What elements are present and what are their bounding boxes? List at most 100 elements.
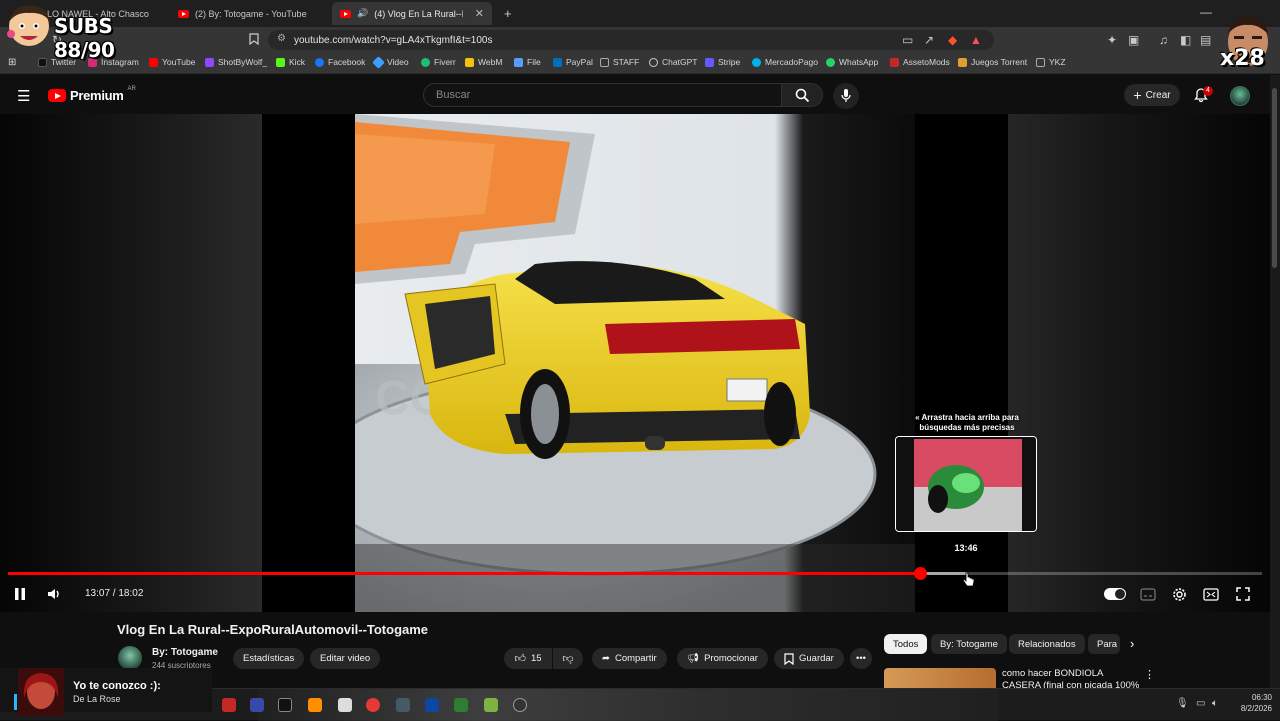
bookmark-juegos-torrent[interactable]: Juegos Torrent bbox=[958, 57, 1027, 67]
channel-avatar[interactable] bbox=[118, 646, 142, 670]
taskbar-app-icon[interactable] bbox=[513, 698, 527, 712]
scrubber-handle[interactable] bbox=[913, 567, 927, 580]
settings-gear-icon[interactable] bbox=[1172, 587, 1187, 602]
bookmark-file[interactable]: File bbox=[514, 57, 541, 67]
bookmark-label: ShotByWolf_ bbox=[218, 57, 267, 67]
network-icon[interactable]: ▭ bbox=[1196, 698, 1205, 709]
chip-channel[interactable]: By: Totogame bbox=[931, 634, 1007, 654]
brave-rewards-icon[interactable]: ▲ bbox=[970, 33, 982, 47]
close-tab-icon[interactable]: ✕ bbox=[475, 7, 484, 20]
screenshot-icon[interactable]: ▣ bbox=[1128, 33, 1139, 47]
fullscreen-icon[interactable] bbox=[1236, 587, 1250, 601]
taskbar-app-icon[interactable] bbox=[222, 698, 236, 712]
dislike-button[interactable]: 👎︎ bbox=[553, 648, 583, 669]
chip-todos[interactable]: Todos bbox=[884, 634, 928, 654]
youtube-favicon-icon bbox=[340, 9, 351, 18]
microphone-tray-icon[interactable]: 🎙︎ bbox=[1176, 698, 1189, 709]
streamer-cartoon-avatar bbox=[7, 5, 50, 46]
share-button[interactable]: ➦ Compartir bbox=[592, 648, 667, 669]
theater-mode-icon[interactable] bbox=[1203, 588, 1219, 601]
video-player[interactable]: CO « Arrastra hacia arriba para búsqueda… bbox=[0, 114, 1270, 612]
channel-name[interactable]: By: Totogame bbox=[152, 647, 218, 658]
chip-relacionados[interactable]: Relacionados bbox=[1009, 634, 1085, 654]
taskbar-app-icon[interactable] bbox=[396, 698, 410, 712]
stats-button[interactable]: Estadísticas bbox=[233, 648, 305, 669]
bookmark-label: AssetoMods bbox=[903, 57, 950, 67]
account-avatar[interactable] bbox=[1230, 86, 1250, 106]
suggestion-menu-icon[interactable]: ⋮ bbox=[1144, 668, 1155, 681]
tab-title: (4) Vlog En La Rural--ExpoRur bbox=[374, 8, 463, 19]
taskbar-app-icon[interactable] bbox=[338, 698, 352, 712]
stats-label: Estadísticas bbox=[243, 653, 295, 664]
bookmark-webm[interactable]: WebM bbox=[465, 57, 502, 67]
bookmark-kick[interactable]: Kick bbox=[276, 57, 305, 67]
audio-playing-icon: 🔊 bbox=[357, 8, 369, 18]
bookmark-facebook[interactable]: Facebook bbox=[315, 57, 365, 67]
bookmark-whatsapp[interactable]: WhatsApp bbox=[826, 57, 878, 67]
taskbar-app-icon[interactable] bbox=[366, 698, 380, 712]
seek-preview-time: 13:46 bbox=[954, 543, 978, 553]
search-placeholder: Buscar bbox=[436, 89, 471, 101]
autoplay-toggle[interactable] bbox=[1104, 588, 1126, 600]
bookmark-ykz[interactable]: YKZ bbox=[1036, 57, 1066, 67]
taskbar-app-icon[interactable] bbox=[454, 698, 468, 712]
voice-search-button[interactable] bbox=[833, 83, 859, 109]
bookmark-assetomods[interactable]: AssetoMods bbox=[890, 57, 950, 67]
bookmark-video[interactable]: Video bbox=[372, 55, 409, 69]
youtube-premium-logo[interactable]: Premium AR bbox=[48, 86, 136, 103]
suggested-video-thumbnail[interactable] bbox=[884, 668, 996, 690]
taskbar-app-icon[interactable] bbox=[308, 698, 322, 712]
site-info-icon[interactable]: ⚙ bbox=[277, 33, 286, 44]
chatgpt-icon bbox=[649, 57, 658, 67]
bookmark-stripe[interactable]: Stripe bbox=[705, 57, 740, 67]
taskbar-clock[interactable]: 06:30 8/2/2026 bbox=[1228, 692, 1272, 714]
edit-video-button[interactable]: Editar video bbox=[310, 648, 381, 669]
twitch-icon bbox=[205, 57, 214, 67]
pause-icon[interactable] bbox=[14, 587, 26, 601]
photoshop-icon[interactable] bbox=[425, 698, 439, 712]
tab-video[interactable]: 🔊 (4) Vlog En La Rural--ExpoRur ✕ bbox=[332, 2, 492, 25]
sidebar-icon[interactable]: ◧ bbox=[1180, 33, 1191, 47]
brave-shield-icon[interactable]: ◆ bbox=[948, 33, 957, 47]
wallet-icon[interactable]: ▤ bbox=[1200, 33, 1211, 47]
create-button[interactable]: + Crear bbox=[1124, 84, 1180, 106]
file-icon bbox=[514, 57, 523, 67]
bookmark-staff[interactable]: STAFF bbox=[600, 57, 639, 67]
apps-grid-icon[interactable]: ⊞ bbox=[8, 57, 16, 68]
like-button[interactable]: 👍︎ 15 bbox=[504, 648, 552, 669]
browser-tab-strip: ONZALO NAWEL - Alto Chasco (2) By: Totog… bbox=[0, 0, 1280, 27]
more-actions-button[interactable]: ••• bbox=[850, 648, 872, 669]
scrollbar-thumb[interactable] bbox=[1272, 88, 1277, 268]
bookmark-fiverr[interactable]: Fiverr bbox=[421, 57, 456, 67]
search-button[interactable] bbox=[781, 83, 823, 107]
taskbar-app-icon[interactable] bbox=[484, 698, 498, 712]
browser-toolbar: ↻ ⚙ youtube.com/watch?v=gLA4xTkgmfI&t=10… bbox=[0, 27, 1280, 53]
save-button[interactable]: Guardar bbox=[774, 648, 844, 669]
video-icon bbox=[372, 55, 385, 69]
bookmark-shotbywolf[interactable]: ShotByWolf_ bbox=[205, 57, 267, 67]
bookmark-chatgpt[interactable]: ChatGPT bbox=[649, 57, 697, 67]
new-tab-button[interactable]: + bbox=[496, 2, 516, 25]
bookmark-paypal[interactable]: PayPal bbox=[553, 57, 593, 67]
media-controls-icon[interactable]: ♫ bbox=[1159, 33, 1168, 47]
taskbar-app-icon[interactable] bbox=[278, 698, 292, 712]
chips-next-arrow-icon[interactable]: › bbox=[1130, 636, 1134, 651]
search-input[interactable]: Buscar bbox=[423, 83, 782, 107]
promote-button[interactable]: 📢︎ Promocionar bbox=[677, 648, 768, 669]
minimize-icon[interactable]: — bbox=[1200, 5, 1212, 19]
volume-icon[interactable] bbox=[47, 587, 62, 601]
tab-channel[interactable]: (2) By: Totogame - YouTube bbox=[170, 2, 330, 25]
speaker-icon[interactable]: 🔈︎ bbox=[1212, 698, 1218, 709]
bookmark-star-icon[interactable] bbox=[249, 33, 259, 48]
menu-hamburger-icon[interactable]: ☰ bbox=[17, 87, 30, 105]
cast-icon[interactable]: ▭ bbox=[902, 33, 913, 47]
subtitles-icon[interactable] bbox=[1140, 588, 1156, 601]
kick-icon bbox=[276, 57, 285, 67]
bookmark-mercadopago[interactable]: MercadoPago bbox=[752, 57, 818, 67]
share-icon[interactable]: ↗ bbox=[924, 33, 934, 47]
address-bar[interactable]: ⚙ youtube.com/watch?v=gLA4xTkgmfI&t=100s bbox=[268, 30, 994, 50]
more-dots-icon: ••• bbox=[856, 653, 866, 664]
taskbar-app-icon[interactable] bbox=[250, 698, 264, 712]
extensions-icon[interactable]: ✦ bbox=[1107, 33, 1117, 47]
chip-para[interactable]: Para bbox=[1088, 634, 1120, 654]
